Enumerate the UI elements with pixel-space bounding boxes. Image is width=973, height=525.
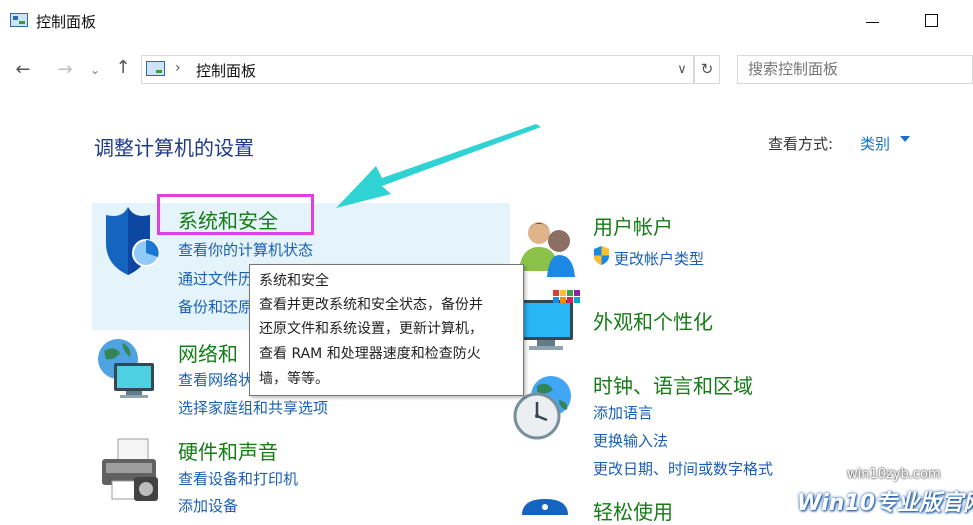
tooltip-title: 系统和安全 bbox=[259, 273, 329, 289]
tooltip-line: 还原文件和系统设置，更新计算机， bbox=[259, 321, 483, 337]
printer-icon bbox=[102, 438, 158, 501]
link-backup-restore[interactable]: 备份和还原 bbox=[178, 296, 253, 317]
watermark-brand: Win10专业版官网 bbox=[797, 491, 973, 516]
category-user-accounts[interactable]: 用户帐户 bbox=[593, 211, 673, 240]
link-change-account-type[interactable]: 更改帐户类型 bbox=[614, 248, 704, 269]
uac-shield-icon bbox=[594, 246, 609, 265]
title-bar bbox=[0, 0, 973, 42]
shield-icon bbox=[106, 207, 160, 275]
category-clock-language-region[interactable]: 时钟、语言和区域 bbox=[593, 370, 753, 399]
tooltip-line: 墙，等等。 bbox=[259, 371, 329, 387]
link-change-input-method[interactable]: 更换输入法 bbox=[593, 430, 668, 451]
address-control-panel-icon bbox=[146, 61, 165, 76]
page-title: 调整计算机的设置 bbox=[94, 136, 254, 160]
back-button[interactable]: ← bbox=[10, 60, 36, 82]
link-add-language[interactable]: 添加语言 bbox=[593, 402, 653, 423]
recent-locations-button[interactable]: ⌄ bbox=[86, 60, 104, 82]
network-icon bbox=[98, 339, 154, 398]
watermark-site: win10zyb.com bbox=[847, 467, 941, 482]
category-ease-of-access[interactable]: 轻松使用 bbox=[593, 496, 673, 525]
link-devices-printers[interactable]: 查看设备和打印机 bbox=[178, 468, 298, 489]
refresh-button[interactable]: ↻ bbox=[694, 55, 720, 84]
view-by-dropdown[interactable]: 类别 bbox=[860, 133, 890, 154]
annotation-arrow-icon bbox=[336, 124, 541, 208]
ease-of-access-icon bbox=[522, 499, 568, 515]
forward-button[interactable]: → bbox=[52, 60, 78, 82]
link-check-computer-status[interactable]: 查看你的计算机状态 bbox=[178, 239, 313, 260]
link-network-status[interactable]: 查看网络状 bbox=[178, 369, 253, 390]
monitor-icon bbox=[519, 290, 580, 350]
link-homegroup-sharing[interactable]: 选择家庭组和共享选项 bbox=[178, 397, 328, 418]
up-button[interactable]: ↑ bbox=[110, 58, 136, 82]
tooltip-line: 查看并更改系统和安全状态，备份并 bbox=[259, 297, 483, 313]
view-by-caret-icon[interactable] bbox=[900, 136, 910, 142]
address-path[interactable]: 控制面板 bbox=[196, 60, 256, 81]
users-icon bbox=[519, 222, 575, 277]
address-separator[interactable]: › bbox=[175, 60, 181, 76]
link-file-history[interactable]: 通过文件历 bbox=[178, 268, 253, 289]
tooltip-line: 查看 RAM 和处理器速度和检查防火 bbox=[259, 346, 481, 362]
link-add-device[interactable]: 添加设备 bbox=[178, 495, 238, 516]
maximize-button[interactable] bbox=[912, 8, 952, 34]
highlight-box bbox=[157, 194, 314, 235]
search-input[interactable] bbox=[748, 60, 958, 78]
control-panel-icon bbox=[10, 13, 28, 27]
category-tooltip: 系统和安全 查看并更改系统和安全状态，备份并 还原文件和系统设置，更新计算机， … bbox=[249, 264, 524, 396]
link-change-date-time-format[interactable]: 更改日期、时间或数字格式 bbox=[593, 458, 773, 479]
category-hardware-sound[interactable]: 硬件和声音 bbox=[178, 436, 278, 465]
view-by-label: 查看方式: bbox=[768, 135, 834, 153]
category-network[interactable]: 网络和 bbox=[178, 338, 238, 367]
window-title: 控制面板 bbox=[36, 13, 97, 31]
category-appearance-personalization[interactable]: 外观和个性化 bbox=[593, 306, 713, 335]
minimize-button[interactable] bbox=[852, 8, 892, 34]
address-dropdown-button[interactable]: ∨ bbox=[670, 56, 694, 83]
